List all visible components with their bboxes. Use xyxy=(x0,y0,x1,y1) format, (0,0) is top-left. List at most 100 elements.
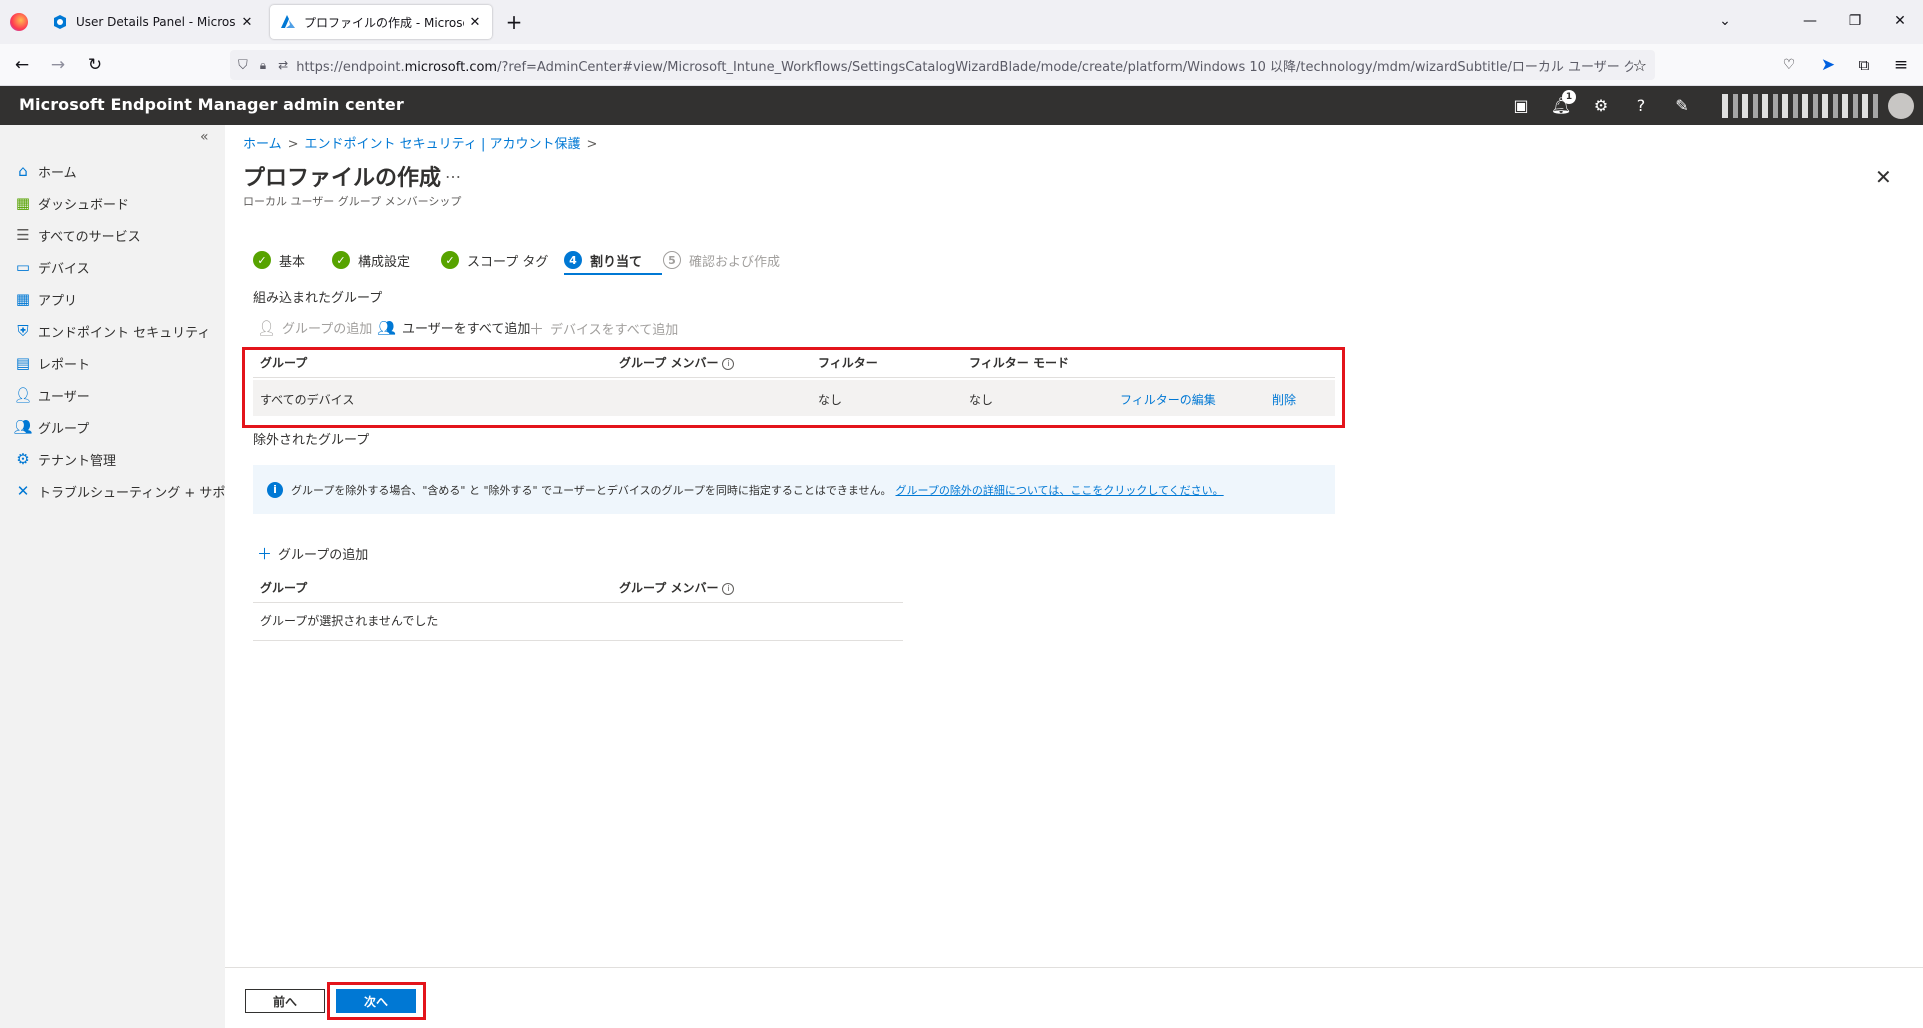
breadcrumb-home[interactable]: ホーム xyxy=(243,137,282,152)
notification-badge: 1 xyxy=(1562,90,1576,104)
sidebar-item-label: レポート xyxy=(38,357,91,373)
sidebar-item-label: ダッシュボード xyxy=(38,197,130,213)
info-bar: i グループを除外する場合、"含める" と "除外する" でユーザーとデバイスの… xyxy=(253,465,1335,514)
forward-arrow-icon[interactable]: → xyxy=(42,49,74,81)
person-icon: 👤︎ xyxy=(257,318,277,337)
window-close-icon[interactable]: ✕ xyxy=(1880,6,1920,36)
sidebar-item-all-services[interactable]: ☰ すべてのサービス xyxy=(12,221,141,249)
new-tab-button[interactable]: + xyxy=(500,8,528,36)
report-icon: ▤ xyxy=(15,354,31,372)
sidebar-item-endpoint-security[interactable]: ⛨ エンドポイント セキュリティ xyxy=(12,317,210,345)
permissions-icon[interactable]: ⇄ xyxy=(278,58,288,72)
sidebar-item-label: デバイス xyxy=(38,261,90,277)
step-number: 5 xyxy=(663,251,681,269)
tab-create-profile[interactable]: プロファイルの作成 - Microsoft End ✕ xyxy=(270,5,492,39)
extensions-icon[interactable]: ⧉ xyxy=(1848,49,1880,81)
list-icon: ☰ xyxy=(16,226,30,244)
address-bar[interactable]: ⛉ 🔒︎ ⇄ https://endpoint.microsoft.com/?r… xyxy=(230,50,1655,80)
chevron-down-icon[interactable]: ⌄ xyxy=(1705,6,1745,36)
page-title: プロファイルの作成 xyxy=(243,166,442,191)
exclusion-details-link[interactable]: グループの除外の詳細については、ここをクリックしてください。 xyxy=(896,482,1224,498)
sidebar-item-label: エンドポイント セキュリティ xyxy=(38,325,211,341)
add-group-button[interactable]: 👤︎ グループの追加 xyxy=(257,318,372,338)
tools-icon: ✕ xyxy=(16,482,30,500)
sidebar-item-groups[interactable]: 👥︎ グループ xyxy=(12,413,89,441)
close-icon[interactable]: ✕ xyxy=(1875,165,1892,189)
sidebar-item-apps[interactable]: ▦ アプリ xyxy=(12,285,77,313)
check-icon: ✓ xyxy=(253,251,271,269)
step-assignments[interactable]: 4 割り当て xyxy=(564,248,642,272)
back-arrow-icon[interactable]: ← xyxy=(6,49,38,81)
add-all-users-button[interactable]: 👥︎ ユーザーをすべて追加 xyxy=(377,318,530,338)
sidebar-item-dashboard[interactable]: ▦ ダッシュボード xyxy=(12,189,129,217)
sidebar-item-label: すべてのサービス xyxy=(38,229,141,245)
menu-icon[interactable]: ≡ xyxy=(1885,49,1917,81)
home-icon: ⌂ xyxy=(18,162,28,180)
sidebar-item-home[interactable]: ⌂ ホーム xyxy=(12,157,76,185)
app-title[interactable]: Microsoft Endpoint Manager admin center xyxy=(19,95,404,114)
reload-icon[interactable]: ↻ xyxy=(79,49,111,81)
page-subtitle: ローカル ユーザー グループ メンバーシップ xyxy=(243,195,462,208)
add-all-devices-button[interactable]: ＋デバイスをすべて追加 xyxy=(529,318,678,339)
user-icon: 👤︎ xyxy=(13,386,33,404)
tenant-gear-icon: ⚙ xyxy=(16,450,30,468)
chat-icon[interactable]: ✎ xyxy=(1669,93,1695,119)
step-scope-tags[interactable]: ✓ スコープ タグ xyxy=(441,248,548,272)
help-icon[interactable]: ? xyxy=(1628,93,1654,119)
tab-user-details[interactable]: User Details Panel - Microsoft 3 ✕ xyxy=(42,5,264,39)
shield-icon: ⛨ xyxy=(17,322,29,340)
pocket-icon[interactable]: ♡ xyxy=(1773,49,1805,81)
shield-icon[interactable]: ⛉ xyxy=(238,58,248,73)
sidebar-item-label: グループ xyxy=(38,421,90,437)
sidebar-item-label: アプリ xyxy=(38,293,78,309)
restore-icon[interactable]: ❐ xyxy=(1835,6,1875,36)
breadcrumb-endpoint-security[interactable]: エンドポイント セキュリティ | アカウント保護 xyxy=(305,137,581,152)
url-text[interactable]: https://endpoint.microsoft.com/?ref=Admi… xyxy=(296,56,1632,75)
footer-divider xyxy=(225,967,1923,968)
avatar[interactable] xyxy=(1888,93,1914,119)
apps-grid-icon: ▦ xyxy=(15,290,31,308)
feedback-icon[interactable]: ▣ xyxy=(1508,93,1534,119)
sidebar-item-troubleshooting[interactable]: ✕ トラブルシューティング + サポート xyxy=(12,477,252,505)
bookmark-star-icon[interactable]: ☆ xyxy=(1633,56,1647,75)
sidebar-item-label: トラブルシューティング + サポート xyxy=(38,485,252,501)
active-step-indicator xyxy=(564,273,662,275)
step-configuration[interactable]: ✓ 構成設定 xyxy=(332,248,410,272)
sidebar-item-tenant-admin[interactable]: ⚙ テナント管理 xyxy=(12,445,116,473)
info-icon: i xyxy=(267,481,283,498)
sidebar-item-devices[interactable]: ▭ デバイス xyxy=(12,253,90,281)
info-text: グループを除外する場合、"含める" と "除外する" でユーザーとデバイスのグル… xyxy=(291,483,892,497)
tab-title: プロファイルの作成 - Microsoft End xyxy=(304,15,464,30)
previous-button[interactable]: 前へ xyxy=(245,989,325,1013)
close-icon[interactable]: ✕ xyxy=(240,15,254,30)
step-basics[interactable]: ✓ 基本 xyxy=(253,248,305,272)
sidebar-item-reports[interactable]: ▤ レポート xyxy=(12,349,90,377)
device-icon: ▭ xyxy=(15,258,31,276)
included-groups-heading: 組み込まれたグループ xyxy=(253,291,383,306)
firefox-icon[interactable] xyxy=(10,13,28,31)
excluded-groups-heading: 除外されたグループ xyxy=(253,433,370,448)
info-icon[interactable]: i xyxy=(722,583,735,595)
add-excluded-group-button[interactable]: ＋グループの追加 xyxy=(257,543,368,564)
table-divider xyxy=(253,640,903,641)
extension-arrow-icon[interactable]: ➤ xyxy=(1812,49,1844,81)
sidebar-item-users[interactable]: 👤︎ ユーザー xyxy=(12,381,89,409)
step-label: 確認および作成 xyxy=(689,254,781,270)
account-info[interactable] xyxy=(1722,94,1882,118)
step-label: 構成設定 xyxy=(358,254,411,270)
minimize-icon[interactable]: — xyxy=(1790,6,1830,36)
check-icon: ✓ xyxy=(332,251,350,269)
lock-icon[interactable]: 🔒︎ xyxy=(260,58,266,73)
check-icon: ✓ xyxy=(441,251,459,269)
step-review-create[interactable]: 5 確認および作成 xyxy=(663,248,780,272)
collapse-sidebar-icon[interactable]: « xyxy=(200,129,209,145)
step-label: スコープ タグ xyxy=(467,254,549,270)
intune-icon xyxy=(54,15,66,29)
close-icon[interactable]: ✕ xyxy=(468,15,482,30)
column-header-members[interactable]: グループ メンバー i xyxy=(619,579,735,596)
highlight-frame xyxy=(327,982,426,1020)
column-header-group[interactable]: グループ xyxy=(260,579,307,596)
empty-state-text: グループが選択されませんでした xyxy=(260,614,439,628)
more-options-icon[interactable]: … xyxy=(445,163,461,182)
gear-icon[interactable]: ⚙ xyxy=(1588,93,1614,119)
